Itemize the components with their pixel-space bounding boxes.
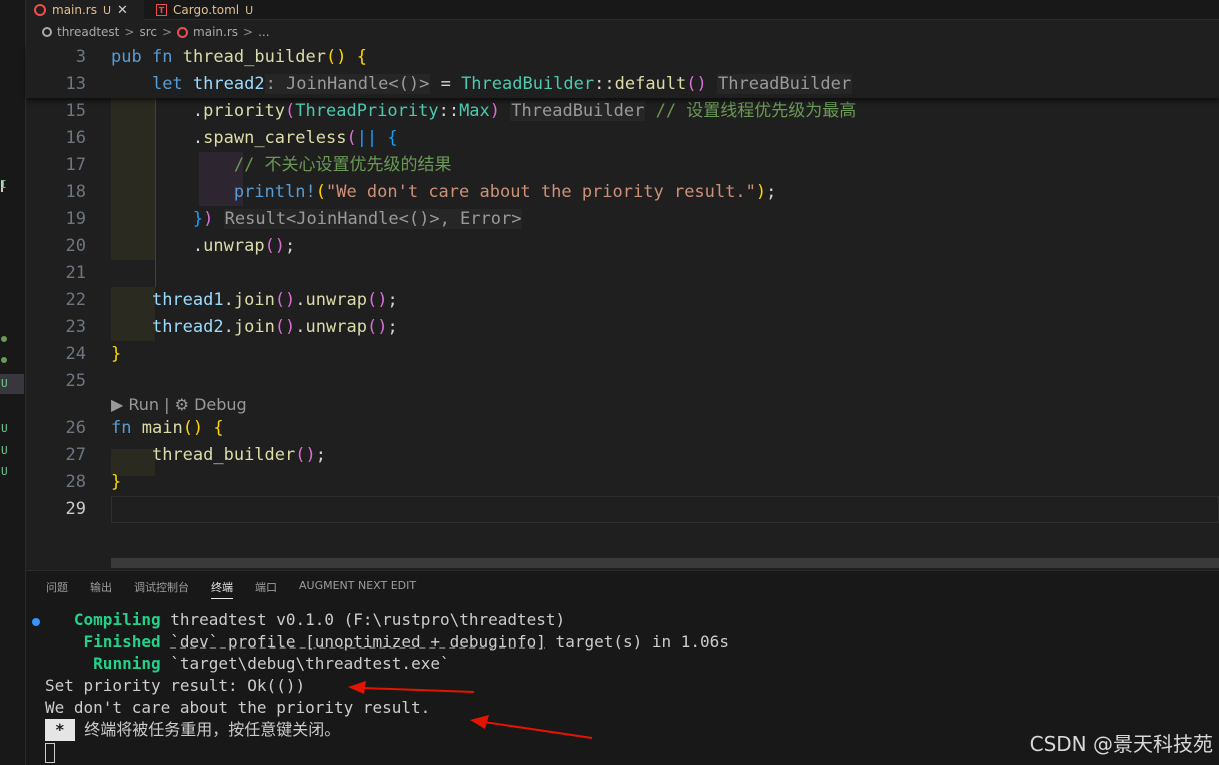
arrowhead	[470, 715, 489, 729]
line-code: pub fn thread_builder() {	[111, 44, 367, 71]
annotation-arrows	[348, 681, 593, 739]
sticky-scroll[interactable]: 3 pub fn thread_builder() { 13 let threa…	[26, 44, 1219, 98]
token: {	[356, 47, 367, 67]
token: let	[151, 74, 183, 94]
watermark: CSDN @景天科技苑	[1029, 732, 1213, 756]
token: default	[614, 74, 687, 94]
line-number: 13	[65, 74, 86, 94]
code-line: 13 let thread2: JoinHandle<()> = ThreadB…	[26, 71, 1219, 98]
token: =	[430, 74, 462, 94]
token: ::	[594, 74, 615, 94]
annotation-arrow	[483, 721, 593, 739]
token: ThreadBuilder	[461, 74, 595, 94]
annotation-arrow	[361, 687, 475, 693]
line-code: let thread2: JoinHandle<()> = ThreadBuil…	[111, 71, 853, 98]
inlay-hint: ThreadBuilder	[717, 74, 853, 94]
token: thread_builder	[182, 47, 326, 67]
token: thread2	[192, 74, 265, 94]
token: fn	[151, 47, 173, 67]
inlay-hint: : JoinHandle<()>	[264, 74, 431, 94]
token: pub	[111, 47, 142, 67]
arrowhead	[348, 681, 366, 694]
token: ()	[326, 47, 347, 67]
line-number: 3	[75, 47, 86, 67]
code-line: 3 pub fn thread_builder() {	[26, 44, 1219, 71]
token: ()	[686, 74, 707, 94]
